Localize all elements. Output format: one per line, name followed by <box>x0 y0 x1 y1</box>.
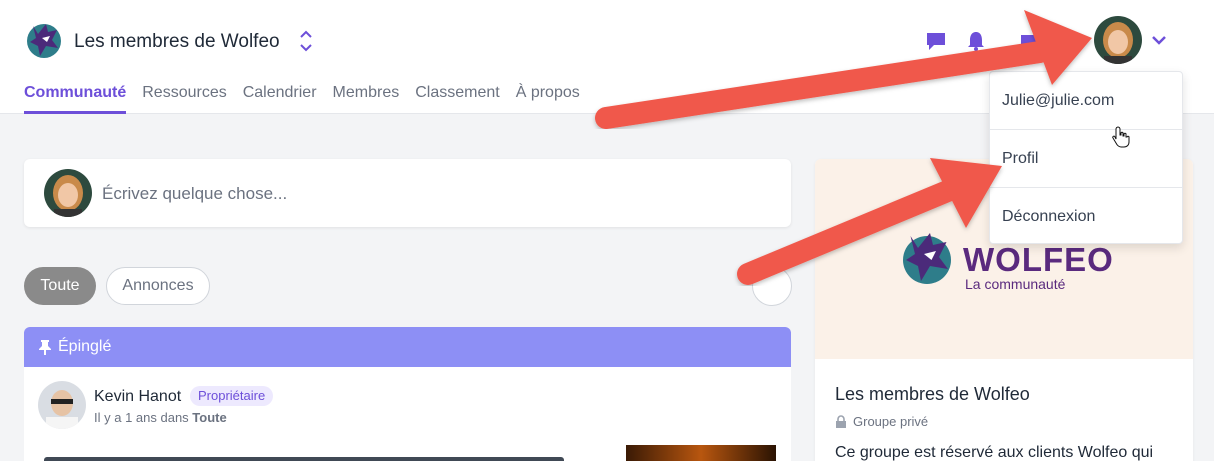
main-nav: Communauté Ressources Calendrier Membres… <box>24 84 580 114</box>
chevron-down-icon[interactable] <box>1150 33 1168 47</box>
user-avatar[interactable] <box>1094 16 1142 64</box>
wolfeo-banner-logo <box>903 233 951 284</box>
tab-ressources[interactable]: Ressources <box>142 84 226 114</box>
calendar-icon[interactable] <box>1018 30 1040 52</box>
bell-icon[interactable] <box>965 30 987 52</box>
tab-calendrier[interactable]: Calendrier <box>243 84 317 114</box>
group-name[interactable]: Les membres de Wolfeo <box>74 31 280 53</box>
author-avatar[interactable] <box>38 381 86 429</box>
post-space-link[interactable]: Toute <box>192 410 226 425</box>
post-thumbnail[interactable] <box>626 445 776 461</box>
post-time: Il y a 1 ans dans <box>94 410 189 425</box>
dropdown-profil[interactable]: Profil <box>990 130 1182 188</box>
hand-cursor-icon <box>1112 126 1130 148</box>
group-description: Ce groupe est réservé aux clients Wolfeo… <box>835 444 1154 461</box>
post-meta: Il y a 1 ans dans Toute <box>94 410 227 425</box>
lock-icon <box>836 415 846 428</box>
wolfeo-logo[interactable] <box>24 20 64 60</box>
post-composer[interactable]: Écrivez quelque chose... <box>24 159 791 227</box>
privacy-label: Groupe privé <box>853 414 929 429</box>
group-switcher-icon[interactable] <box>298 28 314 54</box>
tab-a-propos[interactable]: À propos <box>516 84 580 114</box>
group-privacy: Groupe privé <box>835 414 928 429</box>
post-title-cropped[interactable] <box>44 453 584 461</box>
filter-annonces-button[interactable]: Annonces <box>106 267 210 305</box>
brand-tagline: La communauté <box>965 276 1066 292</box>
user-dropdown-menu: Julie@julie.com Profil Déconnexion <box>989 71 1183 244</box>
filter-options-button[interactable] <box>752 266 792 306</box>
tab-classement[interactable]: Classement <box>415 84 499 114</box>
pin-icon <box>39 340 51 355</box>
group-title: Les membres de Wolfeo <box>835 384 1030 404</box>
filter-toute-button[interactable]: Toute <box>24 267 96 305</box>
pinned-bar: Épinglé <box>24 327 791 367</box>
tab-communaute[interactable]: Communauté <box>24 84 127 114</box>
tab-membres[interactable]: Membres <box>333 84 400 114</box>
owner-badge: Propriétaire <box>190 386 274 406</box>
dropdown-email[interactable]: Julie@julie.com <box>990 72 1182 130</box>
composer-avatar <box>44 169 92 217</box>
pinned-label: Épinglé <box>58 338 112 355</box>
brand-wordmark: WOLFEO <box>963 241 1114 278</box>
composer-placeholder[interactable]: Écrivez quelque chose... <box>102 184 287 204</box>
author-name[interactable]: Kevin Hanot <box>94 388 181 406</box>
dropdown-deconnexion[interactable]: Déconnexion <box>990 188 1182 246</box>
chat-icon[interactable] <box>925 30 947 52</box>
pinned-post[interactable]: Épinglé Kevin Hanot Propriétaire Il y a … <box>24 327 791 461</box>
